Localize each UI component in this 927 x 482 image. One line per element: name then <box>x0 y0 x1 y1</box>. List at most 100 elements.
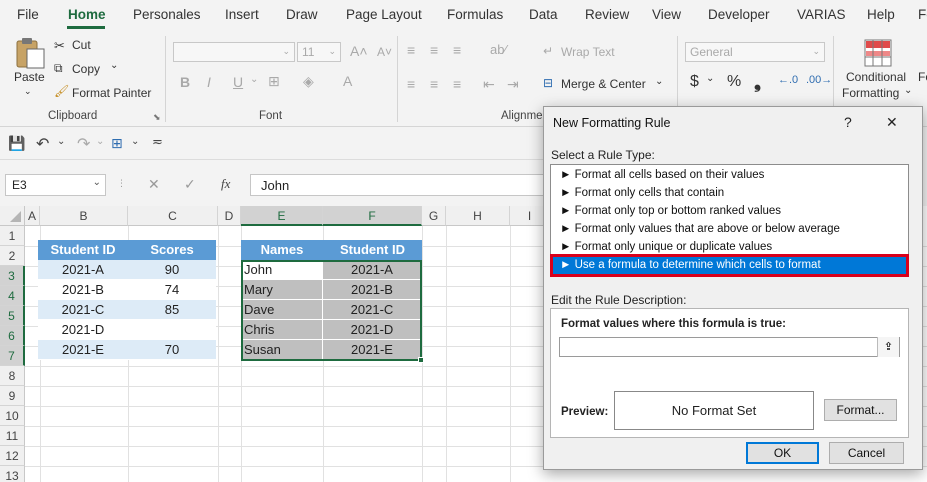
help-button[interactable]: ? <box>844 114 852 130</box>
outdent-icon[interactable]: ⇥ <box>507 76 519 93</box>
tab-varias[interactable]: VARIAS <box>797 7 846 22</box>
fill-color-icon[interactable]: ◈ <box>303 73 314 90</box>
ok-button[interactable]: OK <box>746 442 819 464</box>
select-all-corner[interactable] <box>0 206 25 226</box>
column-header-e[interactable]: E <box>241 206 323 226</box>
undo-icon[interactable]: ↶ <box>36 134 49 154</box>
copy-button[interactable]: Copy <box>72 62 100 76</box>
underline-chevron-icon[interactable]: ⌄ <box>250 74 258 85</box>
cancel-button[interactable]: Cancel <box>829 442 904 464</box>
tab-personales[interactable]: Personales <box>133 7 201 22</box>
merge-chevron-icon[interactable]: ⌄ <box>655 76 663 87</box>
redo-icon[interactable]: ↷ <box>77 134 90 154</box>
decrease-font-icon[interactable]: A˅ <box>377 45 392 59</box>
currency-chevron-icon[interactable]: ⌄ <box>706 73 714 84</box>
tab-draw[interactable]: Draw <box>286 7 318 22</box>
column-header-a[interactable]: A <box>25 206 40 226</box>
table1-cell-score[interactable]: 85 <box>128 300 216 320</box>
row-header-11[interactable]: 11 <box>0 426 25 446</box>
format-button[interactable]: Format... <box>824 399 897 421</box>
rule-type-item[interactable]: ► Format only cells that contain <box>552 184 907 202</box>
tab-developer[interactable]: Developer <box>708 7 770 22</box>
format-as-table-button[interactable]: Fo <box>918 70 927 84</box>
tab-help[interactable]: Help <box>867 7 895 22</box>
paste-button[interactable]: Paste <box>14 70 45 84</box>
fill-handle[interactable] <box>418 357 424 363</box>
clipboard-launcher-icon[interactable]: ⬊ <box>153 112 161 123</box>
table1-cell-score[interactable] <box>128 320 216 340</box>
rule-type-item[interactable]: ► Format all cells based on their values <box>552 166 907 184</box>
percent-button[interactable]: % <box>727 73 741 91</box>
orientation-icon[interactable]: ab⁄ <box>490 42 507 57</box>
rule-type-item[interactable]: ► Format only values that are above or b… <box>552 220 907 238</box>
name-box[interactable]: E3 ⌄ <box>5 174 106 196</box>
customize-toolbar-icon[interactable]: ≂ <box>152 134 163 150</box>
redo-chevron-icon[interactable]: ⌄ <box>96 136 104 147</box>
table1-cell-score[interactable]: 74 <box>128 280 216 300</box>
bold-button[interactable]: B <box>180 74 190 90</box>
table1-cell-id[interactable]: 2021-A <box>38 260 128 280</box>
tab-review[interactable]: Review <box>585 7 629 22</box>
column-header-d[interactable]: D <box>218 206 241 226</box>
row-header-8[interactable]: 8 <box>0 366 25 386</box>
row-header-12[interactable]: 12 <box>0 446 25 466</box>
column-header-h[interactable]: H <box>446 206 510 226</box>
comma-button[interactable]: ❟ <box>754 72 761 93</box>
italic-button[interactable]: I <box>207 74 211 90</box>
row-header-3[interactable]: 3 <box>0 266 25 286</box>
copy-chevron-icon[interactable]: ⌄ <box>110 60 118 71</box>
row-header-4[interactable]: 4 <box>0 286 25 306</box>
row-header-2[interactable]: 2 <box>0 246 25 266</box>
function-icon[interactable]: fx <box>221 176 230 192</box>
tab-view[interactable]: View <box>652 7 681 22</box>
align-bottom-icon[interactable]: ≡ <box>453 42 461 58</box>
table1-header-student-id[interactable]: Student ID <box>38 240 128 260</box>
align-center-icon[interactable]: ≡ <box>430 76 438 92</box>
column-header-f[interactable]: F <box>323 206 422 226</box>
row-header-13[interactable]: 13 <box>0 466 25 482</box>
increase-decimal-icon[interactable]: ←.0 <box>778 74 798 86</box>
align-right-icon[interactable]: ≡ <box>453 76 461 92</box>
table1-cell-score[interactable]: 70 <box>128 340 216 360</box>
scissors-icon[interactable]: ✂ <box>54 38 65 54</box>
indent-icon[interactable]: ⇤ <box>483 76 495 93</box>
tab-insert[interactable]: Insert <box>225 7 259 22</box>
merge-center-button[interactable]: Merge & Center <box>561 77 646 91</box>
tab-home[interactable]: Home <box>68 7 106 22</box>
table1-cell-id[interactable]: 2021-D <box>38 320 128 340</box>
wrap-text-icon[interactable]: ↵ <box>543 44 553 58</box>
column-header-b[interactable]: B <box>40 206 128 226</box>
row-header-1[interactable]: 1 <box>0 226 25 246</box>
borders-icon[interactable]: ⊞ <box>268 73 280 90</box>
align-left-icon[interactable]: ≡ <box>407 76 415 92</box>
column-header-g[interactable]: G <box>422 206 446 226</box>
formula-input[interactable]: ⇪ <box>559 337 900 357</box>
name-box-chevron-icon[interactable]: ⌄ <box>93 177 101 188</box>
cut-button[interactable]: Cut <box>72 38 91 52</box>
table-icon[interactable]: ⊞ <box>111 135 123 152</box>
row-header-5[interactable]: 5 <box>0 306 25 326</box>
row-header-9[interactable]: 9 <box>0 386 25 406</box>
font-color-icon[interactable]: A <box>343 73 352 89</box>
rule-type-list[interactable]: ► Format all cells based on their values… <box>550 164 909 277</box>
merge-icon[interactable]: ⊟ <box>543 76 553 90</box>
row-header-7[interactable]: 7 <box>0 346 25 366</box>
underline-button[interactable]: U <box>233 74 243 90</box>
paste-chevron-icon[interactable]: ⌄ <box>24 86 32 97</box>
close-icon[interactable]: ✕ <box>886 114 898 131</box>
table1-cell-id[interactable]: 2021-E <box>38 340 128 360</box>
align-middle-icon[interactable]: ≡ <box>430 42 438 58</box>
font-name-dropdown[interactable]: ⌄ <box>173 42 295 62</box>
rule-type-item-selected[interactable]: ► Use a formula to determine which cells… <box>550 254 909 277</box>
conditional-formatting-icon[interactable] <box>864 39 892 67</box>
wrap-text-button[interactable]: Wrap Text <box>561 45 615 59</box>
conditional-formatting-chevron-icon[interactable]: ⌄ <box>904 85 912 96</box>
column-header-c[interactable]: C <box>128 206 218 226</box>
paste-icon[interactable] <box>13 36 47 70</box>
align-top-icon[interactable]: ≡ <box>407 42 415 58</box>
table2-header-names[interactable]: Names <box>241 240 323 260</box>
tab-formulas[interactable]: Formulas <box>447 7 503 22</box>
row-header-6[interactable]: 6 <box>0 326 25 346</box>
brush-icon[interactable]: 🖌 <box>54 84 69 98</box>
table1-cell-score[interactable]: 90 <box>128 260 216 280</box>
